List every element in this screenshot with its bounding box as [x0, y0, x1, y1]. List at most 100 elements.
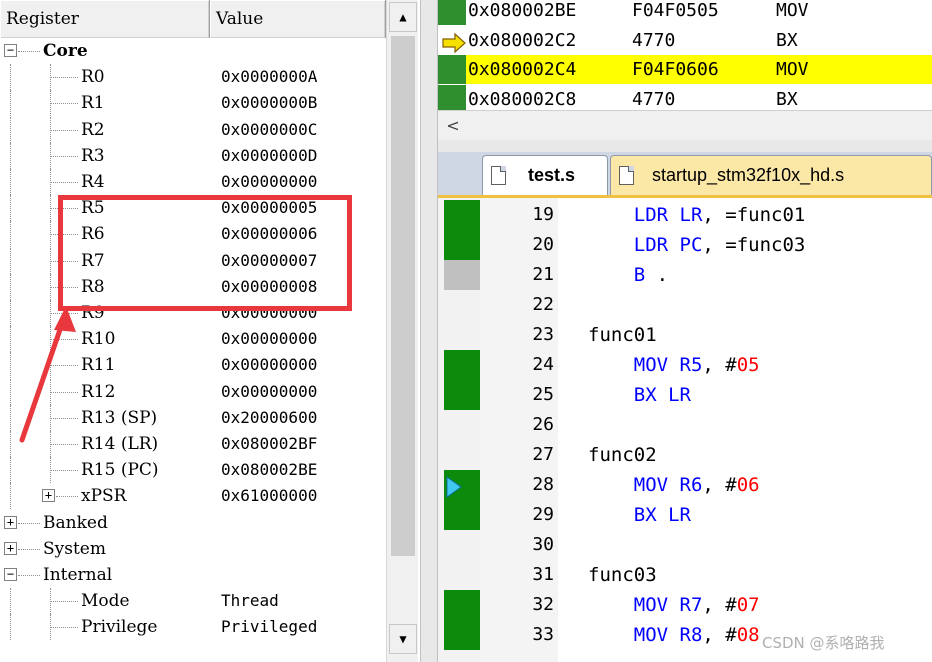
register-value[interactable]: 0x0000000A — [221, 64, 317, 90]
register-value[interactable]: 0x00000000 — [221, 352, 317, 378]
code-token: MOV — [588, 474, 680, 496]
tree-connector — [10, 614, 11, 641]
code-token: , # — [702, 594, 737, 616]
tab-startup-stm32f10x-hd-s[interactable]: startup_stm32f10x_hd.s — [610, 155, 932, 195]
code-line[interactable]: 25 BX LR — [438, 380, 932, 410]
pane-splitter[interactable] — [420, 0, 438, 662]
scrollbar-thumb[interactable] — [391, 36, 415, 556]
code-token: , # — [702, 354, 737, 376]
value-column-header[interactable]: Value — [210, 0, 386, 38]
file-icon — [619, 166, 634, 185]
editor-tab-bar: test.s startup_stm32f10x_hd.s — [438, 152, 932, 198]
code-text: func02 — [588, 440, 657, 470]
disassembly-row[interactable]: 0x080002BE F04F0505 MOV — [466, 0, 932, 25]
tree-connector — [56, 496, 78, 498]
line-number: 30 — [532, 534, 554, 555]
line-number: 29 — [532, 504, 554, 525]
instruction-opcode: 4770 — [632, 29, 676, 51]
code-line[interactable]: 32 MOV R7, #07 — [438, 590, 932, 620]
register-value[interactable]: 0x00000000 — [221, 379, 317, 405]
disassembly-row[interactable]: 0x080002C2 4770 BX — [466, 26, 932, 55]
register-panel: Register Value − Core R0 0x0000000A R1 0x0000… — [0, 0, 420, 662]
register-row[interactable]: R15 (PC) 0x080002BE — [0, 457, 386, 484]
code-line[interactable]: 19 LDR LR, =func01 — [438, 200, 932, 230]
instruction-mnemonic: BX — [776, 29, 798, 51]
scroll-left-button[interactable]: < — [442, 115, 464, 137]
code-token: func02 — [588, 444, 657, 466]
register-name: R15 (PC) — [81, 460, 159, 481]
code-line[interactable]: 28 MOV R6, #06 — [438, 470, 932, 500]
register-value[interactable]: 0x080002BE — [221, 457, 317, 483]
line-number: 24 — [532, 354, 554, 375]
register-scrollbar[interactable]: ▲ ▼ — [386, 0, 418, 662]
line-number: 22 — [532, 294, 554, 315]
disassembly-row[interactable]: 0x080002C4 F04F0606 MOV — [466, 55, 932, 84]
register-value[interactable]: 0x0000000D — [221, 143, 317, 169]
code-text: MOV R8, #08 — [588, 620, 760, 650]
register-row[interactable]: + Banked — [0, 510, 386, 536]
collapse-icon[interactable]: − — [4, 568, 17, 581]
register-row[interactable]: + xPSR 0x61000000 — [0, 483, 386, 510]
code-token: MOV — [588, 354, 680, 376]
code-token: 08 — [736, 624, 760, 646]
scroll-up-button[interactable]: ▲ — [389, 2, 417, 32]
expand-icon[interactable]: + — [42, 489, 55, 503]
code-line[interactable]: 23 func01 — [438, 320, 932, 350]
tree-connector — [50, 470, 78, 472]
line-number: 28 — [532, 474, 554, 495]
register-value[interactable]: 0x00000000 — [221, 169, 317, 195]
line-number: 19 — [532, 204, 554, 225]
file-icon — [491, 166, 506, 185]
register-row[interactable]: Mode Thread — [0, 588, 386, 615]
register-value[interactable]: 0x0000000B — [221, 90, 317, 116]
register-value[interactable]: Privileged — [221, 614, 317, 640]
code-token: R8 — [679, 624, 703, 646]
line-number: 32 — [532, 594, 554, 615]
code-line[interactable]: 22 — [438, 290, 932, 320]
line-number: 25 — [532, 384, 554, 405]
code-text: BX LR — [588, 380, 691, 410]
disassembly-window: 0x080002BE F04F0505 MOV 0x080002C2 4770 BX 0x0… — [438, 0, 932, 140]
expand-icon[interactable]: + — [4, 515, 17, 529]
register-value[interactable]: 0x20000600 — [221, 405, 317, 431]
register-row[interactable]: − Internal — [0, 562, 386, 588]
register-value[interactable]: 0x00000000 — [221, 326, 317, 352]
code-token: , =func01 — [702, 204, 806, 226]
instruction-address: 0x080002BE — [468, 0, 577, 21]
scroll-down-button[interactable]: ▼ — [389, 624, 417, 654]
code-editor[interactable]: 19 LDR LR, =func01 20 LDR PC, =func03 21 B… — [438, 198, 932, 662]
code-token: LDR — [588, 234, 680, 256]
code-line[interactable]: 20 LDR PC, =func03 — [438, 230, 932, 260]
expand-icon[interactable]: + — [4, 541, 17, 555]
code-token: , # — [702, 474, 737, 496]
tree-connector — [10, 483, 11, 510]
code-line[interactable]: 31 func03 — [438, 560, 932, 590]
tab-test-s[interactable]: test.s — [482, 155, 608, 195]
register-row[interactable]: Privilege Privileged — [0, 614, 386, 641]
disassembly-horizontal-scrollbar[interactable]: < — [438, 110, 932, 140]
register-value[interactable]: 0x0000000C — [221, 117, 317, 143]
register-row[interactable]: + System — [0, 536, 386, 562]
instruction-opcode: F04F0606 — [632, 59, 719, 80]
code-line[interactable]: 26 — [438, 410, 932, 440]
code-token: LR — [679, 204, 703, 226]
code-token: , =func03 — [702, 234, 806, 256]
tree-connector — [50, 457, 51, 484]
code-text: MOV R7, #07 — [588, 590, 760, 620]
register-value[interactable]: Thread — [221, 588, 279, 614]
line-number: 23 — [532, 324, 554, 345]
register-value[interactable]: 0x080002BF — [221, 431, 317, 457]
register-value[interactable]: 0x61000000 — [221, 483, 317, 509]
code-token: PC — [679, 234, 703, 256]
line-number: 26 — [532, 414, 554, 435]
code-line[interactable]: 29 BX LR — [438, 500, 932, 530]
code-line[interactable]: 21 B . — [438, 260, 932, 290]
code-line[interactable]: 24 MOV R5, #05 — [438, 350, 932, 380]
code-token: BX — [588, 504, 669, 526]
code-line[interactable]: 30 — [438, 530, 932, 560]
tree-connector — [18, 575, 40, 576]
line-number: 27 — [532, 444, 554, 465]
code-line[interactable]: 27 func02 — [438, 440, 932, 470]
instruction-mnemonic: MOV — [776, 0, 809, 21]
code-token: B — [588, 264, 657, 286]
